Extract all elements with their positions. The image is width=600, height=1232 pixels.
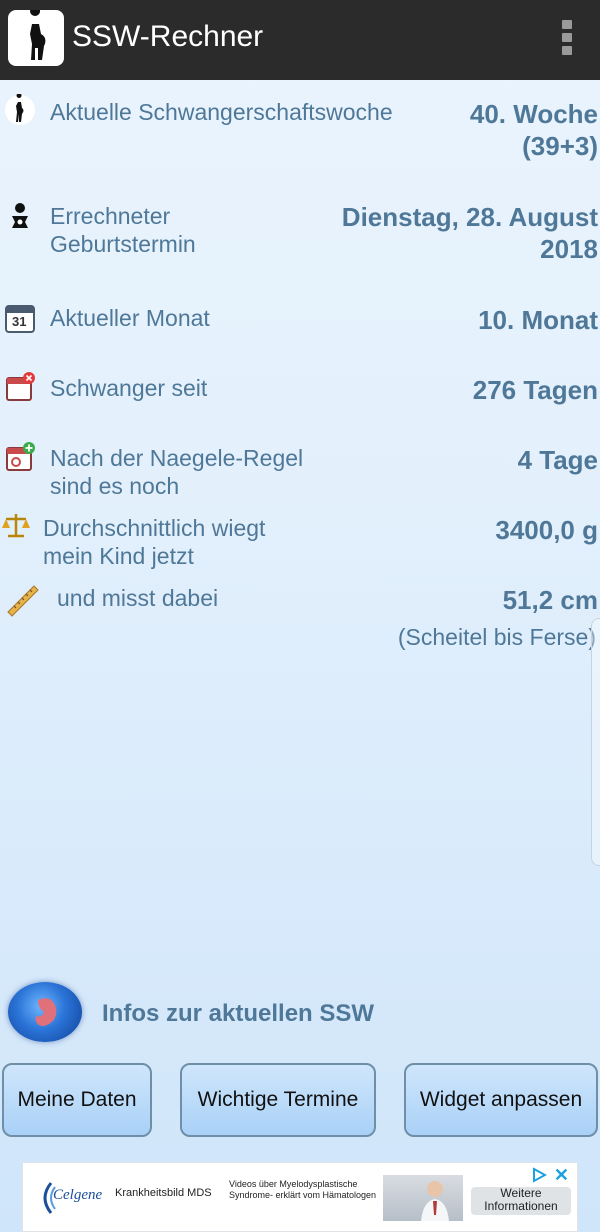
row-label-line2: sind es noch: [50, 473, 180, 499]
row-value-sub: (Scheitel bis Ferse): [397, 624, 596, 650]
ad-description: Videos über Myelodysplastische Syndrome-…: [229, 1179, 377, 1200]
row-label: Errechneter: [50, 203, 171, 229]
row-current-week: Aktuelle Schwangerschaftswoche 40. Woche…: [0, 92, 600, 172]
row-label: Schwanger seit: [50, 375, 208, 401]
row-naegele: Nach der Naegele-Regel sind es noch 4 Ta…: [0, 438, 600, 504]
overflow-menu-icon[interactable]: [562, 20, 572, 60]
row-value: 40. Woche: [469, 99, 598, 129]
row-value: 3400,0 g: [495, 515, 598, 545]
row-value: Dienstag, 28. August: [341, 202, 598, 232]
row-label: Aktueller Monat: [50, 305, 210, 331]
widget-anpassen-button[interactable]: Widget anpassen: [404, 1063, 598, 1137]
meine-daten-button[interactable]: Meine Daten: [2, 1063, 152, 1137]
row-current-month: 31 Aktueller Monat 10. Monat: [0, 298, 600, 348]
scale-icon: [0, 510, 32, 542]
app-bar: SSW-Rechner: [0, 0, 600, 80]
calendar-day-text: 31: [12, 314, 27, 329]
row-value: 4 Tage: [517, 445, 598, 475]
app-title: SSW-Rechner: [72, 20, 264, 53]
row-label: Aktuelle Schwangerschaftswoche: [50, 99, 393, 125]
row-value-sub: 2018: [540, 234, 598, 264]
calendar-icon: 31: [4, 302, 36, 334]
row-label: Durchschnittlich wiegt: [43, 515, 266, 541]
ad-banner[interactable]: Celgene Krankheitsbild MDS Videos über M…: [22, 1162, 578, 1232]
ad-cta-button[interactable]: Weitere Informationen: [471, 1187, 571, 1215]
close-icon[interactable]: ✕: [554, 1165, 569, 1186]
row-label: Nach der Naegele-Regel: [50, 445, 304, 471]
row-value: 51,2 cm: [502, 585, 598, 615]
calendar-badge-icon: [4, 370, 36, 402]
row-due-date: Errechneter Geburtstermin Dienstag, 28. …: [0, 196, 600, 276]
side-drawer-handle[interactable]: [591, 618, 600, 866]
app-logo-icon: [8, 10, 64, 66]
ad-headline: Krankheitsbild MDS: [115, 1187, 212, 1199]
wichtige-termine-button[interactable]: Wichtige Termine: [180, 1063, 376, 1137]
row-value-sub: (39+3): [522, 131, 598, 161]
adchoices-icon[interactable]: [531, 1167, 548, 1183]
ad-brand: Celgene: [53, 1187, 103, 1203]
calendar-plus-icon: [4, 440, 36, 472]
row-value: 276 Tagen: [472, 375, 598, 405]
info-current-week-link[interactable]: Infos zur aktuellen SSW: [6, 982, 546, 1046]
ad-doctor-image: [383, 1175, 463, 1221]
baby-icon: [4, 200, 36, 232]
pregnant-silhouette-icon: [4, 93, 36, 126]
row-pregnant-since: Schwanger seit 276 Tagen: [0, 368, 600, 418]
row-value: 10. Monat: [478, 305, 598, 335]
row-length: und misst dabei 51,2 cm (Scheitel bis Fe…: [0, 578, 600, 658]
fetus-orb-icon: [8, 982, 82, 1042]
ruler-icon: [4, 582, 39, 617]
row-label: und misst dabei: [57, 585, 219, 611]
info-link-label: Infos zur aktuellen SSW: [102, 1000, 375, 1027]
row-weight: Durchschnittlich wiegt mein Kind jetzt 3…: [0, 508, 600, 574]
row-label-line2: mein Kind jetzt: [43, 543, 194, 569]
row-label-line2: Geburtstermin: [50, 231, 196, 257]
